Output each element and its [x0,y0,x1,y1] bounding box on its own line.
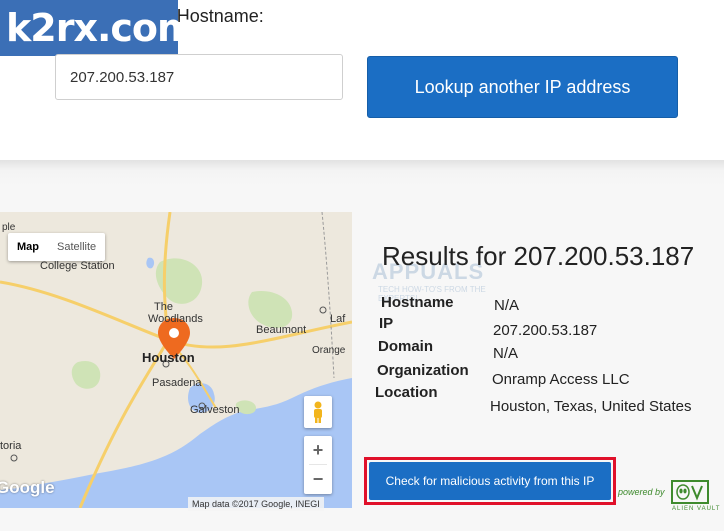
city-label-houston: Houston [142,350,195,365]
zoom-out-button[interactable]: − [304,465,332,493]
hostname-value: N/A [494,297,520,314]
location-value: Houston, Texas, United States [490,398,692,415]
lake [146,257,155,269]
domain-label: Domain [378,338,434,355]
street-view-pegman-icon[interactable] [304,396,332,428]
map-tab-satellite[interactable]: Satellite [48,233,105,261]
site-logo-text: k2rx.com [6,6,197,50]
hostname-label: Hostname [381,294,454,311]
lookup-ip-button[interactable]: Lookup another IP address [367,56,678,118]
alienvault-text: ALIEN VAULT [672,506,721,512]
city-label-lafayette: Laf [330,313,346,325]
domain-value: N/A [493,345,519,362]
city-label-victoria: toria [0,440,22,452]
site-logo[interactable]: k2rx.com [0,0,197,56]
alienvault-logo[interactable] [671,480,709,504]
ip-address-input[interactable] [55,54,343,100]
map-type-toggle: Map Satellite [8,233,106,261]
city-label-the: The [154,301,173,313]
panel-divider [0,160,724,186]
ip-label: IP [379,315,394,332]
google-logo: Google [0,478,55,497]
map-tab-map[interactable]: Map [8,233,48,261]
map-attribution[interactable]: Map data ©2017 Google, INEGI [188,497,324,511]
city-label-college-station: College Station [40,260,115,272]
organization-value: Onramp Access LLC [492,371,630,388]
city-label-galveston: Galveston [190,404,240,416]
city-label-pasadena: Pasadena [152,377,202,389]
city-label-temple: ple [2,222,16,233]
organization-label: Organization [377,362,469,379]
city-label-beaumont: Beaumont [256,324,307,336]
map-zoom-control: + − [304,436,332,494]
powered-by-text: powered by [618,487,665,497]
location-label: Location [375,384,438,401]
ip-value: 207.200.53.187 [493,322,598,339]
results-title: Results for 207.200.53.187 [382,241,695,271]
check-malicious-button[interactable]: Check for malicious activity from this I… [369,462,611,500]
zoom-in-button[interactable]: + [304,436,332,464]
city-label-woodlands: Woodlands [148,313,203,325]
city-label-orange: Orange [312,345,346,356]
